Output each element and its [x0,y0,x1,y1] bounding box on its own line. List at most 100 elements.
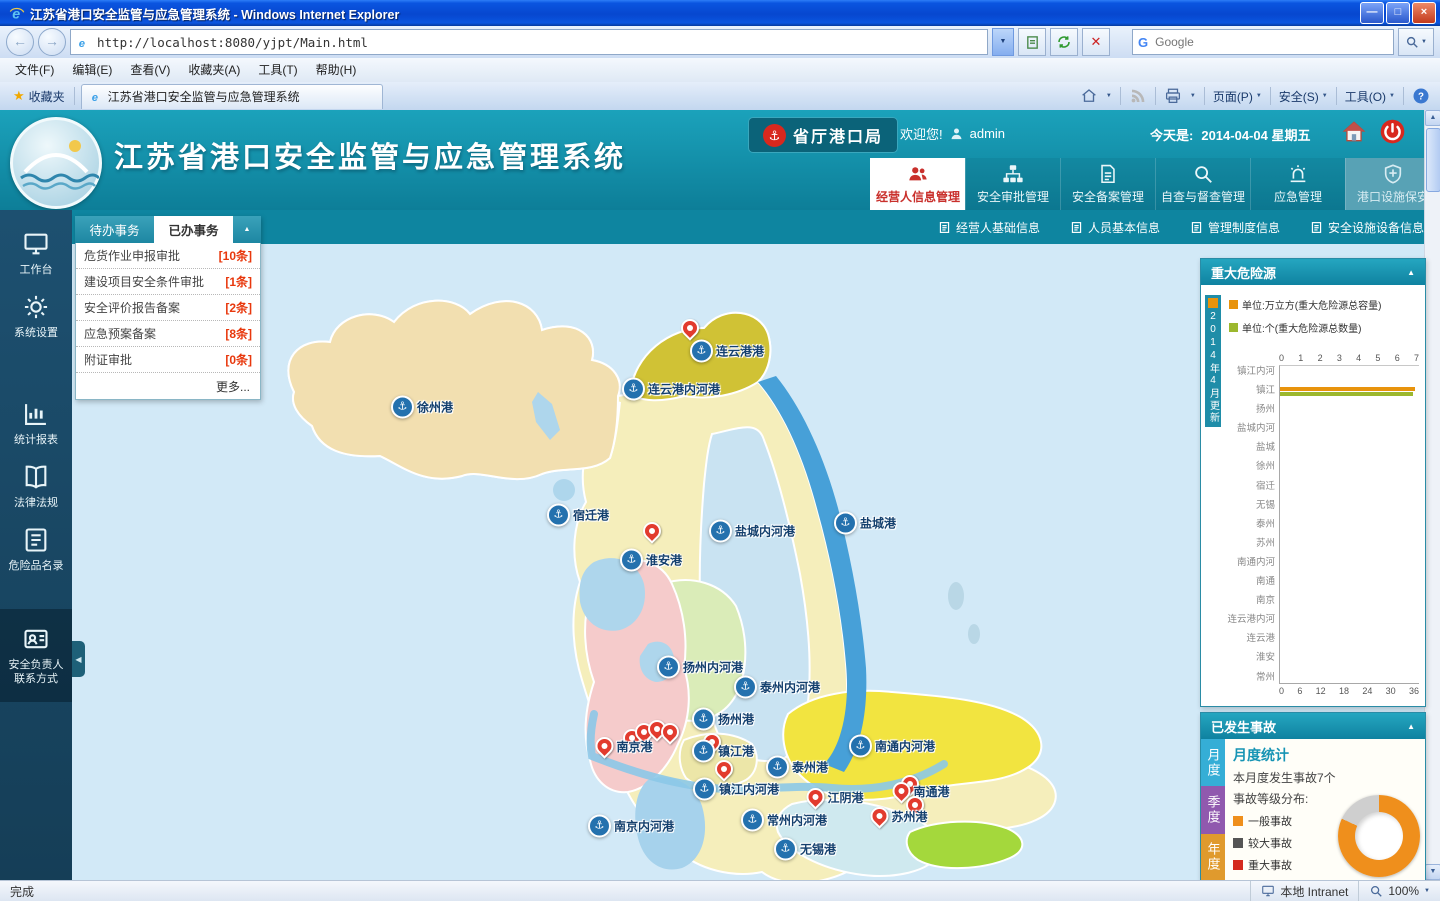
port-marker[interactable]: ⚓淮安港 [620,549,682,572]
pin-marker[interactable]: 江阴港 [806,788,863,806]
menu-item[interactable]: 收藏夹(A) [179,59,249,81]
pin-marker[interactable] [715,760,733,778]
minimize-button[interactable]: — [1360,2,1384,24]
sidebar-item-label: 工作台 [18,263,55,277]
maximize-button[interactable]: □ [1386,2,1410,24]
menu-item[interactable]: 查看(V) [121,59,179,81]
home-icon[interactable] [1080,87,1098,105]
nav-tab-alarm[interactable]: 应急管理 [1250,158,1345,210]
todo-tab[interactable]: 已办事务 [154,216,233,243]
port-marker[interactable]: ⚓南通内河港 [849,735,935,758]
monitor-icon [22,230,50,258]
port-marker[interactable]: ⚓徐州港 [391,396,453,419]
bureau-badge[interactable]: ⚓ 省厅港口局 [748,117,898,153]
collapse-arrow-icon[interactable]: ▲ [1407,722,1415,731]
pin-marker[interactable]: 南京港 [595,737,652,755]
todo-row[interactable]: 建设项目安全条件审批[1条] [76,269,260,295]
pin-marker[interactable] [643,522,661,540]
accident-period-tab[interactable]: 月度 [1201,739,1225,786]
port-marker[interactable]: ⚓常州内河港 [741,809,827,832]
pin-marker[interactable] [661,723,679,741]
todo-row[interactable]: 应急预案备案[8条] [76,321,260,347]
close-button[interactable]: × [1412,2,1436,24]
port-marker[interactable]: ⚓连云港港 [690,340,764,363]
sidebar-item-monitor[interactable]: 工作台 [0,222,72,285]
todo-row[interactable]: 附证审批[0条] [76,347,260,373]
port-marker[interactable]: ⚓盐城内河港 [709,520,795,543]
port-marker[interactable]: ⚓南京内河港 [588,815,674,838]
todo-collapse-button[interactable]: ▲ [233,216,261,243]
forward-button[interactable]: → [38,28,66,56]
todo-more-link[interactable]: 更多... [76,373,260,399]
rss-icon[interactable] [1129,87,1147,105]
nav-tab-doc[interactable]: 安全备案管理 [1060,158,1155,210]
search-input[interactable] [1153,34,1388,50]
page-scrollbar[interactable]: ▲ ▼ [1424,110,1440,880]
sidebar-item-book[interactable]: 法律法规 [0,455,72,518]
refresh-button[interactable] [1050,28,1078,56]
accident-period-tab[interactable]: 季度 [1201,786,1225,833]
window-titlebar: e 江苏省港口安全监管与应急管理系统 - Windows Internet Ex… [0,0,1440,26]
pin-marker[interactable] [681,319,699,337]
help-icon[interactable]: ? [1412,87,1430,105]
nav-tab-users[interactable]: 经营人信息管理 [870,158,965,210]
subnav-item[interactable]: 管理制度信息 [1190,219,1280,236]
port-marker[interactable]: ⚓泰州内河港 [734,676,820,699]
home-dropdown-icon[interactable]: ▼ [1106,93,1112,99]
zoom-control[interactable]: 100% ▼ [1358,881,1440,901]
collapse-arrow-icon[interactable]: ▲ [1407,268,1415,277]
app-home-button[interactable] [1341,119,1367,145]
port-marker[interactable]: ⚓连云港内河港 [622,378,720,401]
subnav-item[interactable]: 经营人基础信息 [938,219,1040,236]
menu-item[interactable]: 帮助(H) [307,59,366,81]
sidebar-item-gear[interactable]: 系统设置 [0,285,72,348]
logout-button[interactable] [1379,118,1406,145]
sidebar-item-chart[interactable]: 统计报表 [0,392,72,455]
scroll-up-button[interactable]: ▲ [1425,110,1440,126]
date-value: 2014-04-04 星期五 [1201,125,1310,144]
port-marker[interactable]: ⚓泰州港 [766,756,828,779]
legend-item: 单位:万立方(重大危险源总容量) [1229,297,1381,312]
port-marker[interactable]: ⚓扬州港 [692,708,754,731]
menu-item[interactable]: 编辑(E) [63,59,121,81]
sidebar-item-contact[interactable]: 安全负责人联系方式 [0,609,72,702]
port-label: 盐城港 [860,515,896,532]
todo-item-label: 应急预案备案 [84,325,156,342]
scrollbar-thumb[interactable] [1426,128,1440,192]
accident-period-tab[interactable]: 年度 [1201,834,1225,880]
pin-marker[interactable]: 苏州港 [870,807,927,825]
sidebar-collapse-tab[interactable]: ◀ [72,641,85,677]
nav-tab-org[interactable]: 安全审批管理 [965,158,1060,210]
date-display: 今天是: 2014-04-04 星期五 [1150,125,1310,144]
port-marker[interactable]: ⚓镇江内河港 [693,778,779,801]
url-dropdown-button[interactable]: ▼ [992,28,1014,56]
scroll-down-button[interactable]: ▼ [1425,864,1440,880]
menu-item[interactable]: 文件(F) [6,59,63,81]
axis-tick: 6 [1297,686,1302,696]
todo-row[interactable]: 安全评价报告备案[2条] [76,295,260,321]
back-button[interactable]: ← [6,28,34,56]
sidebar-item-list[interactable]: 危险品名录 [0,518,72,581]
todo-row[interactable]: 危货作业申报审批[10条] [76,243,260,269]
todo-tab[interactable]: 待办事务 [75,216,154,243]
subnav-label: 经营人基础信息 [956,219,1040,236]
stop-button[interactable]: ✕ [1082,28,1110,56]
subnav-item[interactable]: 人员基本信息 [1070,219,1160,236]
favorites-button[interactable]: ★ 收藏夹 [4,85,74,108]
port-marker[interactable]: ⚓宿迁港 [547,504,609,527]
compatibility-button[interactable] [1018,28,1046,56]
subnav-item[interactable]: 安全设施设备信息 [1310,219,1424,236]
safety-menu[interactable]: 安全(S)▼ [1279,88,1328,105]
menu-item[interactable]: 工具(T) [249,59,306,81]
port-marker[interactable]: ⚓无锡港 [774,838,836,861]
nav-tab-search[interactable]: 自查与督查管理 [1155,158,1250,210]
url-input[interactable] [95,34,983,51]
print-icon[interactable] [1164,87,1182,105]
page-menu[interactable]: 页面(P)▼ [1213,88,1262,105]
port-marker[interactable]: ⚓扬州内河港 [657,656,743,679]
browser-tab[interactable]: e 江苏省港口安全监管与应急管理系统 [81,84,383,109]
search-button[interactable]: ▼ [1398,28,1434,56]
print-dropdown-icon[interactable]: ▼ [1190,93,1196,99]
port-marker[interactable]: ⚓盐城港 [834,512,896,535]
tools-menu[interactable]: 工具(O)▼ [1345,88,1395,105]
